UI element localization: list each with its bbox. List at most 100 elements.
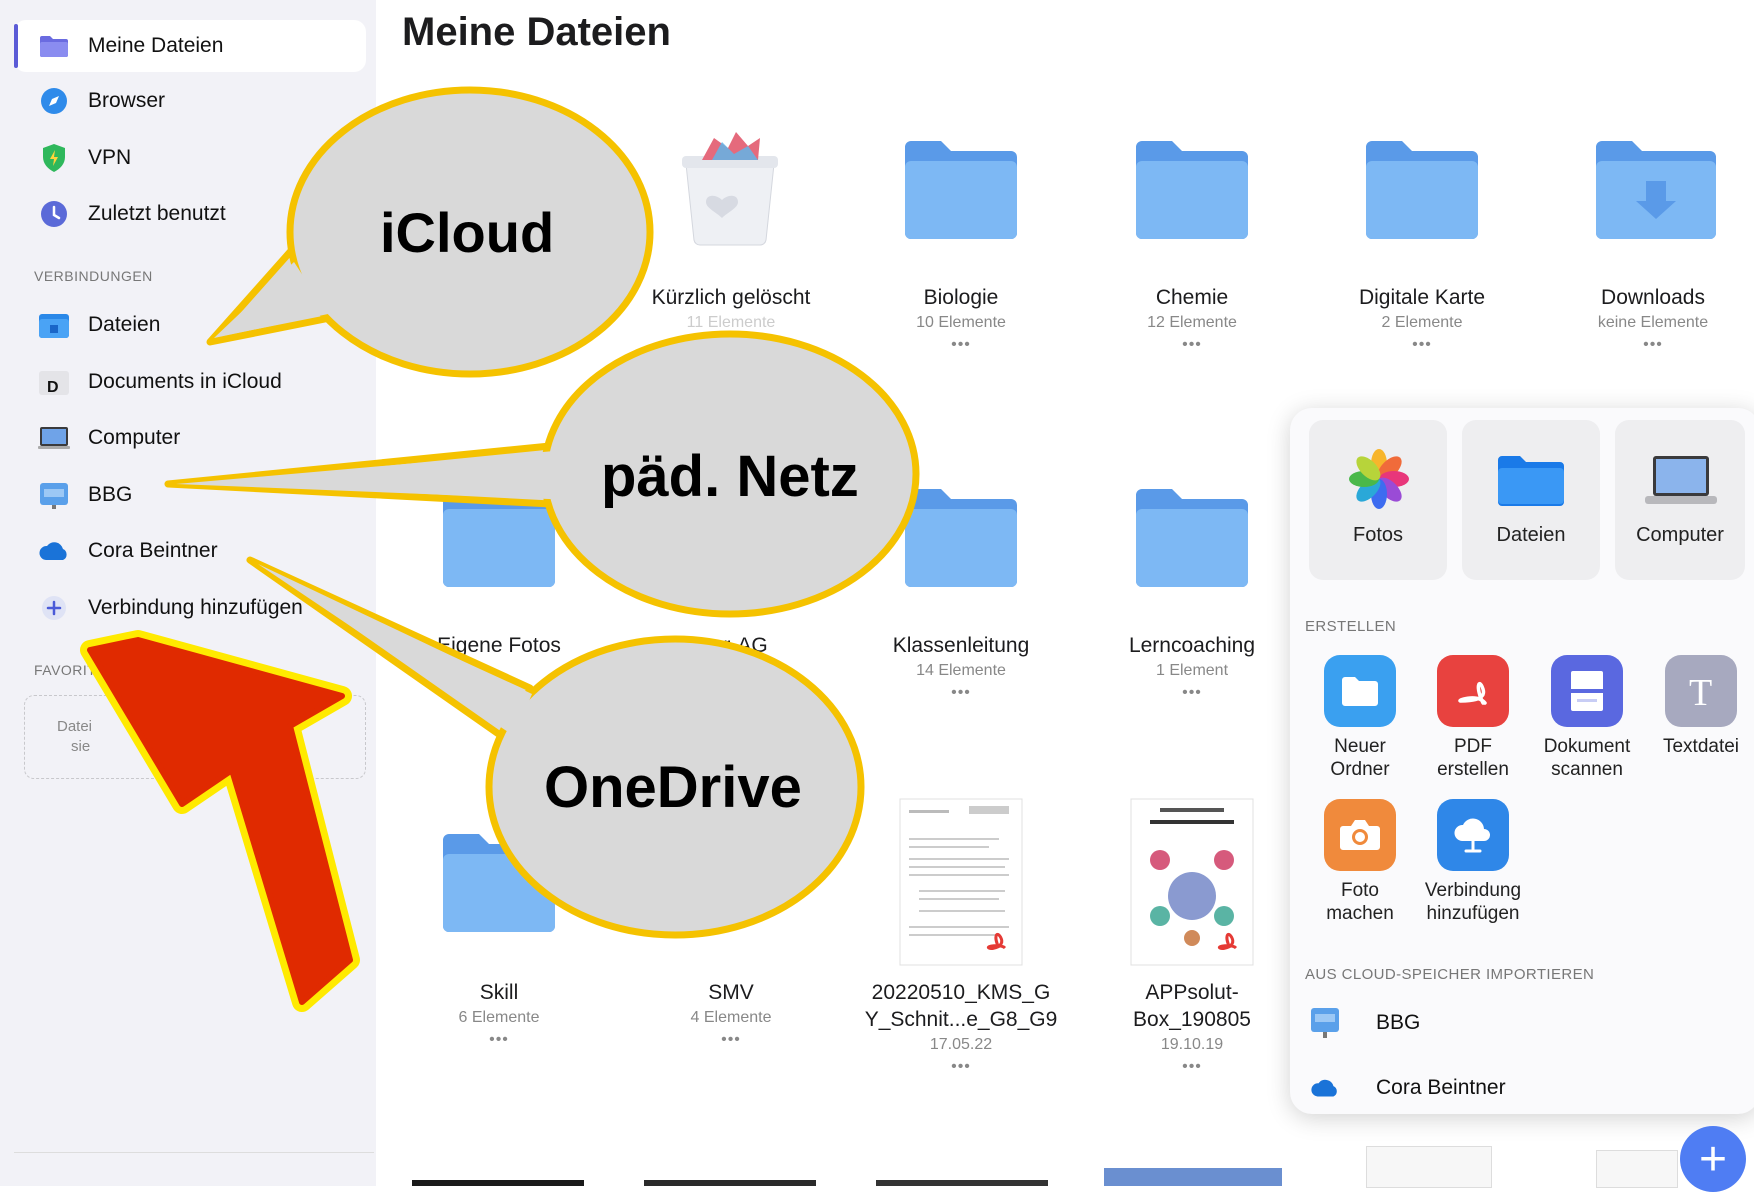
- tile-eigene-fotos[interactable]: Eigene Fotos: [384, 632, 614, 659]
- tile-name: ...er-AG: [694, 634, 768, 657]
- tile-digitale-karte[interactable]: Digitale Karte 2 Elemente •••: [1307, 284, 1537, 355]
- section-verbindungen: VERBINDUNGEN: [34, 268, 153, 284]
- action-label: machen: [1326, 903, 1394, 924]
- tile-klassenleitung[interactable]: Klassenleitung 14 Elemente •••: [846, 632, 1076, 703]
- folder-icon[interactable]: [903, 485, 1019, 589]
- more-icon[interactable]: •••: [1077, 1057, 1307, 1077]
- add-button[interactable]: +: [1680, 1126, 1746, 1192]
- sidebar-item-cora[interactable]: Cora Beintner: [14, 525, 366, 577]
- sidebar: Meine Dateien Browser VPN Zuletzt benutz…: [0, 0, 376, 1186]
- folder-icon[interactable]: [441, 830, 557, 934]
- tile-sub: 17.05.22: [929, 1036, 993, 1053]
- sidebar-item-browser[interactable]: Browser: [14, 75, 366, 127]
- tile-sub: 2 Elemente: [1381, 314, 1463, 331]
- action-label: erstellen: [1437, 759, 1509, 780]
- pdf-icon: [1437, 655, 1509, 727]
- tile-biologie[interactable]: Biologie 10 Elemente •••: [846, 284, 1076, 355]
- more-icon[interactable]: •••: [846, 1057, 1076, 1077]
- scan-icon: [1551, 655, 1623, 727]
- action-dokument-scannen[interactable]: Dokument scannen: [1532, 655, 1642, 781]
- sidebar-item-add-connection[interactable]: Verbindung hinzufügen: [14, 582, 366, 634]
- more-icon[interactable]: •••: [1307, 335, 1537, 355]
- compass-icon: [38, 85, 70, 117]
- tile-kms-pdf[interactable]: 20220510_KMS_G Y_Schnit...e_G8_G9 17.05.…: [846, 979, 1076, 1077]
- action-foto-machen[interactable]: Foto machen: [1305, 799, 1415, 925]
- more-icon[interactable]: •••: [1538, 335, 1754, 355]
- tile-kuerzlich-geloescht[interactable]: Kürzlich gelöscht 11 Elemente: [616, 284, 846, 335]
- action-textdatei[interactable]: T Textdatei: [1646, 655, 1754, 758]
- sidebar-item-label: Computer: [88, 426, 181, 449]
- sidebar-item-documents-icloud[interactable]: D Documents in iCloud: [14, 356, 366, 408]
- section-cloud-import: AUS CLOUD-SPEICHER IMPORTIEREN: [1305, 966, 1595, 983]
- more-icon[interactable]: •••: [846, 683, 1076, 703]
- files-app-icon: [38, 309, 70, 341]
- tile-skill[interactable]: Skill 6 Elemente •••: [384, 979, 614, 1050]
- sidebar-item-dateien[interactable]: Dateien: [14, 299, 366, 351]
- more-icon[interactable]: •••: [616, 1030, 846, 1050]
- sidebar-item-bbg[interactable]: BBG: [14, 469, 366, 521]
- sidebar-item-label: Documents in iCloud: [88, 370, 282, 393]
- action-label: Foto: [1340, 880, 1380, 901]
- action-neuer-ordner[interactable]: Neuer Ordner: [1305, 655, 1415, 781]
- sidebar-item-computer[interactable]: Computer: [14, 412, 366, 464]
- laptop-icon: [1645, 456, 1717, 504]
- action-label: scannen: [1551, 759, 1623, 780]
- sidebar-item-zuletzt[interactable]: Zuletzt benutzt: [14, 188, 366, 240]
- sidebar-item-vpn[interactable]: VPN: [14, 132, 366, 184]
- tile-appsolut[interactable]: APPsolut-Box_190805 19.10.19 •••: [1077, 979, 1307, 1077]
- popover-label: Fotos: [1352, 524, 1404, 546]
- sidebar-item-label: Browser: [88, 89, 166, 112]
- thumbnail-partial: [412, 1180, 584, 1186]
- import-cora[interactable]: Cora Beintner: [1310, 1076, 1506, 1100]
- shield-icon: [38, 142, 70, 174]
- tile-name: Skill: [479, 981, 519, 1004]
- folder-icon[interactable]: [441, 485, 557, 589]
- clock-icon: [38, 198, 70, 230]
- network-drive-icon: [1311, 1008, 1339, 1038]
- tile-lerncoaching[interactable]: Lerncoaching 1 Element •••: [1077, 632, 1307, 703]
- favorites-drop-zone[interactable]: Datei sie zuz: [24, 695, 366, 779]
- popover-dateien[interactable]: Dateien: [1462, 420, 1600, 580]
- cloud-connect-icon: [1437, 799, 1509, 871]
- tile-name: Kürzlich gelöscht: [651, 286, 811, 309]
- folder-icon[interactable]: [1134, 485, 1250, 589]
- tile-name: 20220510_KMS_G Y_Schnit...e_G8_G9: [864, 981, 1058, 1031]
- folder-icon[interactable]: [903, 137, 1019, 241]
- tile-chemie[interactable]: Chemie 12 Elemente •••: [1077, 284, 1307, 355]
- tile-downloads[interactable]: Downloads keine Elemente •••: [1538, 284, 1754, 355]
- pdf-thumbnail[interactable]: [899, 798, 1023, 966]
- more-icon[interactable]: •••: [846, 335, 1076, 355]
- thumbnail-partial: [1596, 1150, 1678, 1188]
- import-bbg[interactable]: BBG: [1310, 1006, 1420, 1040]
- popover-fotos[interactable]: Fotos: [1309, 420, 1447, 580]
- sidebar-item-label: Verbindung hinzufügen: [88, 596, 303, 619]
- popover-computer[interactable]: Computer: [1615, 420, 1745, 580]
- tile-name: Klassenleitung: [892, 634, 1030, 657]
- tile-sub: 10 Elemente: [916, 314, 1006, 331]
- pdf-thumbnail[interactable]: [1130, 798, 1254, 966]
- action-pdf-erstellen[interactable]: PDF erstellen: [1418, 655, 1528, 781]
- computer-icon: [38, 422, 70, 454]
- network-drive-icon: [38, 479, 70, 511]
- more-icon[interactable]: •••: [1077, 335, 1307, 355]
- svg-text:D: D: [47, 379, 59, 396]
- sidebar-item-meine-dateien[interactable]: Meine Dateien: [14, 20, 366, 72]
- favorites-hint: zuz: [257, 738, 281, 755]
- more-icon[interactable]: •••: [384, 1030, 614, 1050]
- action-label: hinzufügen: [1426, 903, 1520, 924]
- folder-icon: [38, 30, 70, 62]
- tile-name: APPsolut-Box_190805: [1133, 981, 1251, 1031]
- more-icon[interactable]: •••: [1077, 683, 1307, 703]
- action-verbindung-hinzufuegen[interactable]: Verbindung hinzufügen: [1418, 799, 1528, 925]
- tile-sub: 19.10.19: [1160, 1036, 1224, 1053]
- tile-ag[interactable]: ...er-AG: [616, 632, 846, 659]
- downloads-folder-icon[interactable]: [1594, 137, 1718, 241]
- folder-icon[interactable]: [1134, 137, 1250, 241]
- page-title: Meine Dateien: [402, 10, 671, 54]
- tile-name: Biologie: [923, 286, 999, 309]
- folder-icon[interactable]: [1364, 137, 1480, 241]
- onedrive-cloud-icon: [38, 535, 70, 567]
- sidebar-item-label: Zuletzt benutzt: [88, 202, 226, 225]
- tile-smv[interactable]: SMV 4 Elemente •••: [616, 979, 846, 1050]
- tile-sub: 4 Elemente: [690, 1009, 772, 1026]
